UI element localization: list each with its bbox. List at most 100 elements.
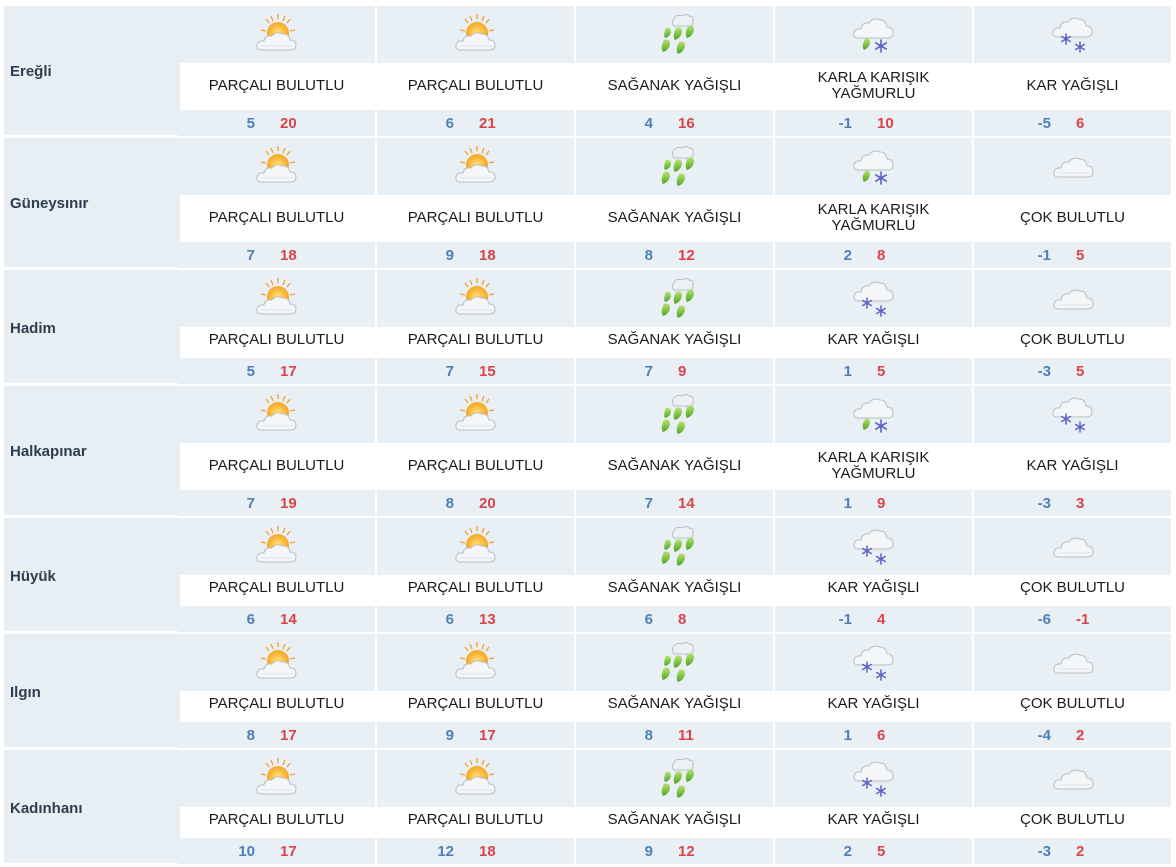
min-temperature: 1 — [843, 495, 852, 512]
city-cell: Güneysınır — [4, 138, 180, 269]
max-temperature: 17 — [479, 727, 496, 744]
cloudy-icon — [1050, 524, 1096, 570]
forecast-cell: SAĞANAK YAĞIŞLI 4 16 — [576, 6, 773, 137]
max-temperature: 3 — [1076, 495, 1085, 512]
min-temperature: 8 — [445, 495, 454, 512]
showers-icon — [652, 276, 698, 322]
city-row: Ilgın PARÇALI BULUTLU 8 17 PARÇALI BULUTLU 9 1… — [4, 634, 1176, 749]
temperature-band: 8 12 — [576, 242, 773, 268]
max-temperature: 19 — [280, 495, 297, 512]
temperature-band: -1 10 — [775, 110, 972, 136]
condition-label: PARÇALI BULUTLU — [407, 209, 544, 226]
max-temperature: 11 — [678, 727, 694, 744]
max-temperature: 6 — [1076, 115, 1085, 132]
condition-label: PARÇALI BULUTLU — [407, 457, 544, 474]
city-row: Güneysınır PARÇALI BULUTLU 7 18 PARÇALI BULU… — [4, 138, 1176, 269]
condition-label: KARLA KARIŞIK YAĞMURLU — [775, 70, 972, 102]
max-temperature: 18 — [280, 247, 297, 264]
snow-icon — [851, 276, 897, 322]
max-temperature: 8 — [877, 247, 886, 264]
cloudy-icon — [1050, 756, 1096, 802]
forecast-cell: PARÇALI BULUTLU 7 15 — [377, 270, 574, 385]
city-cell: Ereğli — [4, 6, 180, 137]
condition-label: SAĞANAK YAĞIŞLI — [607, 77, 742, 94]
max-temperature: 17 — [280, 363, 297, 380]
min-temperature: -1 — [838, 115, 852, 132]
forecast-cell: PARÇALI BULUTLU 12 18 — [377, 750, 574, 865]
temperature-band: 15 — [775, 358, 972, 384]
max-temperature: 4 — [877, 611, 886, 628]
temperature-band: 68 — [576, 606, 773, 632]
temperature-band: 7 15 — [377, 358, 574, 384]
max-temperature: 9 — [678, 363, 687, 380]
forecast-cell: SAĞANAK YAĞIŞLI 7 14 — [576, 386, 773, 517]
min-temperature: -1 — [838, 611, 852, 628]
forecast-cell: KAR YAĞIŞLI 2 5 — [775, 750, 972, 865]
max-temperature: 5 — [1076, 247, 1085, 264]
cloudy-icon — [1050, 640, 1096, 686]
forecast-cell: ÇOK BULUTLU -3 2 — [974, 750, 1171, 865]
temperature-band: 19 — [775, 490, 972, 516]
max-temperature: 13 — [479, 611, 496, 628]
condition-label: PARÇALI BULUTLU — [208, 811, 345, 828]
max-temperature: 17 — [280, 727, 297, 744]
city-row: Halkapınar PARÇALI BULUTLU 7 19 PARÇALI BULU… — [4, 386, 1176, 517]
temperature-band: -5 6 — [974, 110, 1171, 136]
forecast-cell: PARÇALI BULUTLU 8 17 — [178, 634, 375, 749]
sleet-icon — [851, 144, 897, 190]
min-temperature: 8 — [644, 247, 653, 264]
condition-label: SAĞANAK YAĞIŞLI — [607, 695, 742, 712]
forecast-cell: PARÇALI BULUTLU 5 17 — [178, 270, 375, 385]
condition-line-2: YAĞMURLU — [831, 85, 916, 102]
max-temperature: 6 — [877, 727, 886, 744]
sleet-icon — [851, 392, 897, 438]
temperature-band: 6 14 — [178, 606, 375, 632]
condition-line-1: KARLA KARIŞIK — [817, 449, 930, 466]
min-temperature: -5 — [1037, 115, 1051, 132]
city-name: Ilgın — [10, 684, 41, 701]
max-temperature: -1 — [1076, 611, 1090, 628]
partly-cloudy-icon — [254, 640, 300, 686]
temperature-band: 5 17 — [178, 358, 375, 384]
condition-label: ÇOK BULUTLU — [1019, 579, 1126, 596]
partly-cloudy-icon — [453, 276, 499, 322]
sleet-icon — [851, 12, 897, 58]
snow-icon — [1050, 392, 1096, 438]
forecast-cell: PARÇALI BULUTLU 10 17 — [178, 750, 375, 865]
showers-icon — [652, 756, 698, 802]
temperature-band: 8 11 — [576, 722, 773, 748]
partly-cloudy-icon — [453, 756, 499, 802]
forecast-cell: KARLA KARIŞIK YAĞMURLU 2 8 — [775, 138, 972, 269]
min-temperature: 6 — [445, 611, 454, 628]
min-temperature: 8 — [644, 727, 653, 744]
forecast-cell: PARÇALI BULUTLU 6 13 — [377, 518, 574, 633]
temperature-band: 16 — [775, 722, 972, 748]
temperature-band: 7 19 — [178, 490, 375, 516]
condition-label: PARÇALI BULUTLU — [208, 331, 345, 348]
condition-label: PARÇALI BULUTLU — [208, 579, 345, 596]
forecast-cell: SAĞANAK YAĞIŞLI 6 8 — [576, 518, 773, 633]
showers-icon — [652, 12, 698, 58]
forecast-cell: ÇOK BULUTLU -6 -1 — [974, 518, 1171, 633]
city-cell: Halkapınar — [4, 386, 180, 517]
forecast-cell: PARÇALI BULUTLU 6 14 — [178, 518, 375, 633]
city-name: Hüyük — [10, 568, 56, 585]
max-temperature: 14 — [678, 495, 695, 512]
max-temperature: 10 — [877, 115, 894, 132]
forecast-cell: ÇOK BULUTLU -1 5 — [974, 138, 1171, 269]
condition-label: SAĞANAK YAĞIŞLI — [607, 457, 742, 474]
city-name: Hadim — [10, 320, 56, 337]
min-temperature: 2 — [843, 247, 852, 264]
condition-label: KAR YAĞIŞLI — [1026, 77, 1119, 94]
condition-label: KAR YAĞIŞLI — [827, 811, 920, 828]
partly-cloudy-icon — [254, 12, 300, 58]
condition-label: PARÇALI BULUTLU — [407, 579, 544, 596]
forecast-cell: SAĞANAK YAĞIŞLI 8 12 — [576, 138, 773, 269]
temperature-band: -3 5 — [974, 358, 1171, 384]
min-temperature: -1 — [1037, 247, 1051, 264]
temperature-band: 28 — [775, 242, 972, 268]
temperature-band: -4 2 — [974, 722, 1171, 748]
temperature-band: 79 — [576, 358, 773, 384]
forecast-cell: KAR YAĞIŞLI 1 6 — [775, 634, 972, 749]
forecast-cell: KAR YAĞIŞLI -5 6 — [974, 6, 1171, 137]
